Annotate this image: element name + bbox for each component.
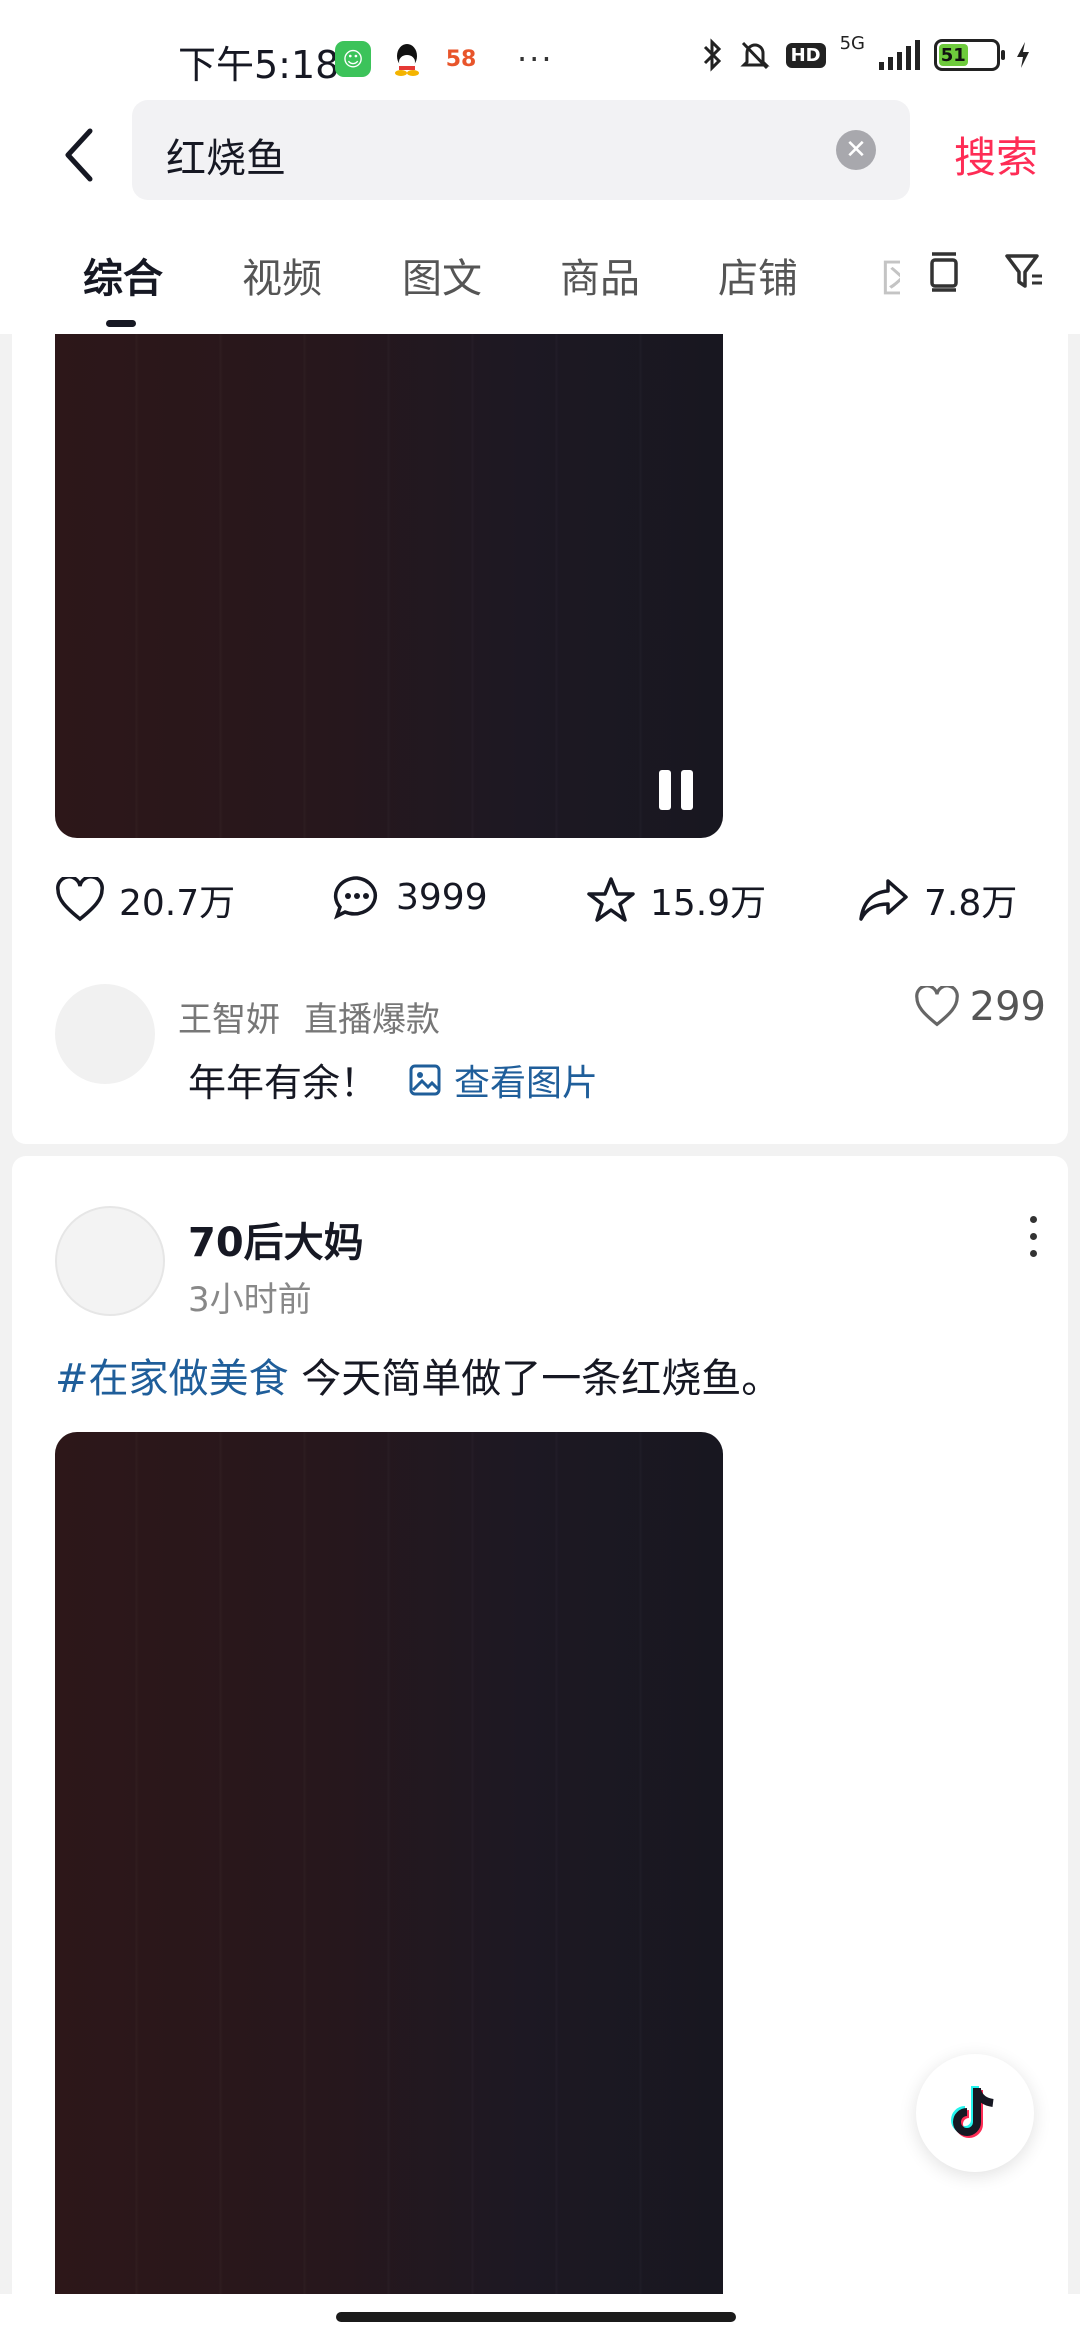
search-tabs: 综合 视频 图文 商品 店铺 区 <box>0 210 1080 334</box>
clear-search-button[interactable]: ✕ <box>836 130 876 170</box>
author-name[interactable]: 70后大妈 <box>188 1210 364 1268</box>
search-query[interactable]: 红烧鱼 <box>166 126 286 184</box>
pause-button[interactable] <box>659 770 693 810</box>
comment-like-count: 299 <box>969 984 1046 1030</box>
status-bar: 下午5:18 ☺ 58 ··· HD 5G 51 <box>0 0 1080 100</box>
tab-image-text[interactable]: 图文 <box>402 246 482 304</box>
video-player[interactable] <box>55 1432 723 2294</box>
action-bar: 20.7万 3999 15.9万 7.8万 <box>12 874 1068 954</box>
favorite-button[interactable]: 15.9万 <box>586 874 766 926</box>
system-navigation-bar <box>0 2294 1080 2340</box>
tab-overflow[interactable]: 区 <box>880 246 900 304</box>
notification-icons: ☺ 58 ··· <box>335 40 554 78</box>
tab-shops[interactable]: 店铺 <box>718 246 798 304</box>
filter-icon[interactable] <box>1004 250 1044 294</box>
like-button[interactable]: 20.7万 <box>55 874 235 926</box>
comment-like-button[interactable]: 299 <box>914 984 1046 1030</box>
video-player[interactable] <box>55 334 723 838</box>
comment-button[interactable]: 3999 <box>332 874 488 920</box>
comment-username[interactable]: 王智妍 <box>178 1000 280 1040</box>
bell-muted-icon <box>739 41 770 70</box>
search-input[interactable]: 红烧鱼 ✕ <box>132 100 910 200</box>
douyin-logo-icon <box>951 2086 994 2138</box>
comment-count: 3999 <box>396 876 488 918</box>
layout-switch-icon[interactable] <box>926 250 962 294</box>
comment-icon <box>333 876 377 920</box>
view-images-link[interactable]: 查看图片 <box>408 1054 598 1106</box>
chevron-left-icon <box>65 128 93 182</box>
search-results-feed: 20.7万 3999 15.9万 7.8万 王智妍 直播爆款 年年有余！ 查看图… <box>0 334 1080 2294</box>
share-icon <box>859 879 908 921</box>
battery-level: 51 <box>939 44 968 66</box>
active-tab-indicator <box>106 320 136 327</box>
wechat-app-icon: ☺ <box>335 41 371 77</box>
view-images-label: 查看图片 <box>454 1063 599 1104</box>
post-time: 3小时前 <box>188 1280 312 1320</box>
tab-video[interactable]: 视频 <box>242 246 322 304</box>
hd-badge: HD <box>785 42 826 68</box>
favorite-count: 15.9万 <box>650 883 767 924</box>
star-icon <box>587 877 635 922</box>
result-card: 70后大妈 3小时前 #在家做美食 今天简单做了一条红烧鱼。 <box>12 1156 1068 2294</box>
status-indicators: HD 5G 51 <box>700 33 1032 72</box>
tab-comprehensive[interactable]: 综合 <box>83 246 163 304</box>
search-button[interactable]: 搜索 <box>954 124 1038 185</box>
heart-icon <box>914 986 959 1027</box>
hashtag-link[interactable]: #在家做美食 <box>55 1356 289 1402</box>
top-comment[interactable]: 王智妍 直播爆款 年年有余！ 查看图片 299 <box>12 984 1068 1124</box>
app-58-icon: 58 <box>443 41 479 77</box>
result-card: 20.7万 3999 15.9万 7.8万 王智妍 直播爆款 年年有余！ 查看图… <box>12 334 1068 1144</box>
search-header: 红烧鱼 ✕ 搜索 <box>0 100 1080 210</box>
like-count: 20.7万 <box>119 883 236 924</box>
comment-meta: 王智妍 直播爆款 <box>178 992 464 1041</box>
signal-icon <box>879 40 920 70</box>
bluetooth-icon <box>703 38 721 72</box>
share-count: 7.8万 <box>924 883 1018 924</box>
comment-text: 年年有余！ <box>188 1061 379 1105</box>
status-time: 下午5:18 <box>178 43 340 87</box>
network-type: 5G <box>839 32 865 54</box>
tab-products[interactable]: 商品 <box>560 246 640 304</box>
battery-icon: 51 <box>934 39 1005 71</box>
avatar[interactable] <box>55 984 155 1084</box>
home-indicator[interactable] <box>336 2312 736 2322</box>
qq-app-icon <box>389 41 425 77</box>
more-options-button[interactable] <box>1018 1216 1048 1257</box>
close-icon: ✕ <box>845 135 867 165</box>
share-button[interactable]: 7.8万 <box>858 874 1017 926</box>
post-caption: #在家做美食 今天简单做了一条红烧鱼。 <box>55 1346 781 1404</box>
image-icon <box>409 1064 441 1096</box>
more-notifications-icon: ··· <box>517 40 554 78</box>
heart-icon <box>56 877 104 922</box>
avatar[interactable] <box>55 1206 165 1316</box>
douyin-float-button[interactable] <box>916 2054 1034 2172</box>
charging-icon <box>1017 42 1029 68</box>
back-button[interactable] <box>50 120 110 190</box>
caption-text: 今天简单做了一条红烧鱼。 <box>288 1356 782 1402</box>
comment-tag: 直播爆款 <box>304 1000 440 1040</box>
